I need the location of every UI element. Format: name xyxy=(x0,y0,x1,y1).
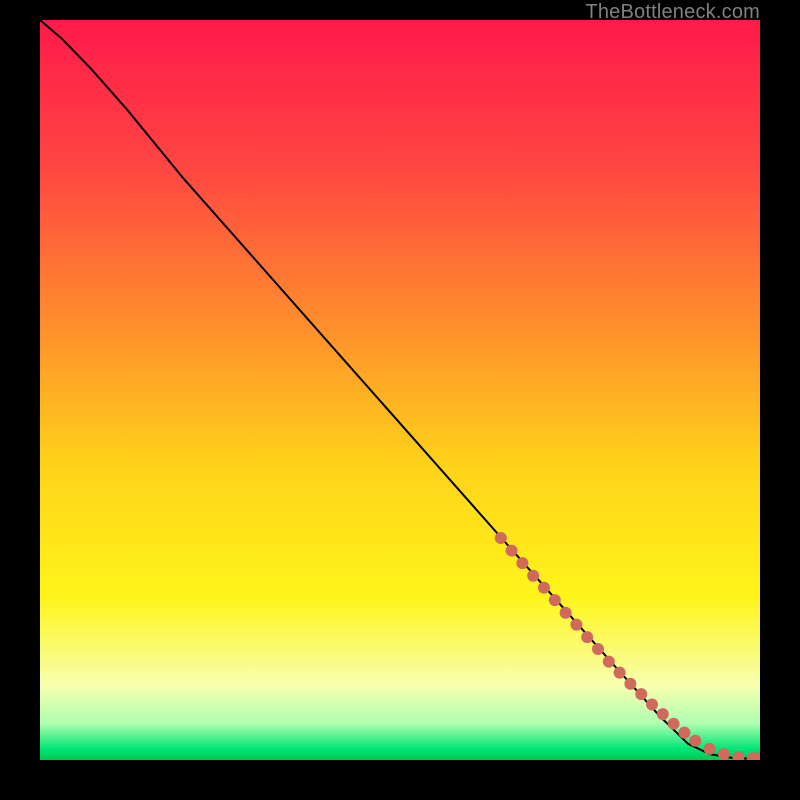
highlight-point xyxy=(603,656,615,668)
highlight-point xyxy=(624,678,636,690)
highlight-point xyxy=(527,570,539,582)
highlight-point xyxy=(614,667,626,679)
chart-background xyxy=(40,20,760,760)
chart-svg xyxy=(40,20,760,760)
highlight-point xyxy=(549,594,561,606)
highlight-point xyxy=(506,545,518,557)
highlight-point xyxy=(560,607,572,619)
highlight-point xyxy=(495,532,507,544)
highlight-point xyxy=(689,735,701,747)
highlight-point xyxy=(592,643,604,655)
chart-frame: TheBottleneck.com xyxy=(0,0,800,800)
highlight-point xyxy=(646,699,658,711)
highlight-point xyxy=(570,619,582,631)
highlight-point xyxy=(678,727,690,739)
highlight-point xyxy=(657,708,669,720)
highlight-point xyxy=(635,688,647,700)
plot-area xyxy=(40,20,760,760)
highlight-point xyxy=(538,582,550,594)
highlight-point xyxy=(516,557,528,569)
highlight-point xyxy=(668,718,680,730)
highlight-point xyxy=(704,743,716,755)
highlight-point xyxy=(718,748,730,760)
highlight-point xyxy=(581,631,593,643)
